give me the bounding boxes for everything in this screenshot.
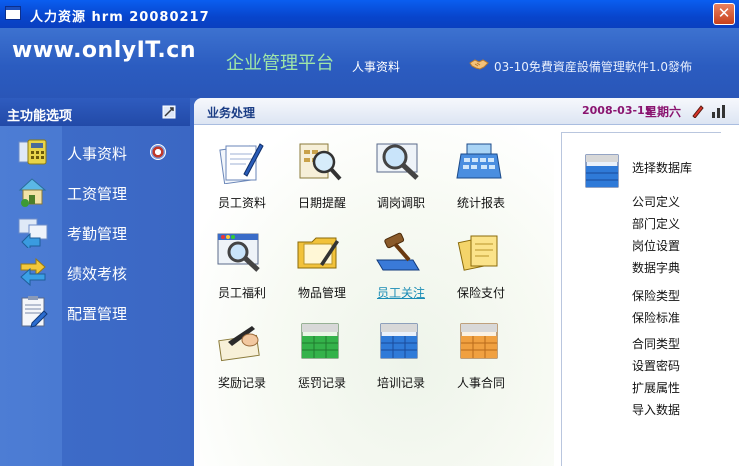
green-form-icon <box>301 323 339 359</box>
blue-form-icon <box>380 323 418 359</box>
position-settings-link[interactable]: 岗位设置 <box>632 237 680 254</box>
document-pen-icon <box>219 143 264 184</box>
tile-label: 人事合同 <box>456 376 505 390</box>
tile-label: 员工关注 <box>376 286 425 300</box>
tile-job-transfer[interactable]: 调岗调职 <box>358 126 428 210</box>
magnifier-window-icon <box>217 233 260 272</box>
tile-reward-record[interactable]: 奖励记录 <box>199 306 269 390</box>
select-database-link[interactable]: 选择数据库 <box>632 159 692 176</box>
handshake-icon <box>469 59 489 70</box>
site-logo: www.onlyIT.cn <box>12 38 196 63</box>
tile-label: 奖励记录 <box>217 376 266 390</box>
insurance-type-link[interactable]: 保险类型 <box>632 287 680 304</box>
set-password-link[interactable]: 设置密码 <box>632 357 680 374</box>
house-icon <box>18 178 47 207</box>
tile-label: 惩罚记录 <box>297 376 346 390</box>
data-dictionary-link[interactable]: 数据字典 <box>632 259 680 276</box>
sidebar-item-label: 配置管理 <box>67 305 128 323</box>
pin-icon[interactable] <box>161 104 177 120</box>
window-icon <box>5 6 21 20</box>
tile-employee-info[interactable]: 员工资料 <box>199 126 269 210</box>
tile-employee-care[interactable]: 员工关注 <box>358 216 428 300</box>
magnifier-document-icon <box>299 143 342 181</box>
settings-panel: 选择数据库 公司定义 部门定义 岗位设置 数据字典 保险类型 保险标准 合同类型… <box>561 132 721 466</box>
tile-label: 员工福利 <box>217 286 266 300</box>
window-title: 人力资源 hrm 20080217 <box>30 10 210 25</box>
department-definition-link[interactable]: 部门定义 <box>632 215 680 232</box>
magnifier-icon <box>376 143 419 180</box>
sidebar-item-label: 人事资料 <box>67 145 128 163</box>
sidebar-header: 主功能选项 <box>0 98 190 126</box>
sidebar-item-personnel[interactable]: 人事资料 <box>0 134 190 170</box>
current-weekday: 星期六 <box>645 105 682 119</box>
collapse-icon[interactable] <box>150 144 166 160</box>
tile-label: 调岗调职 <box>376 196 425 210</box>
tile-insurance-payment[interactable]: 保险支付 <box>438 216 508 300</box>
arrows-icon <box>18 218 48 248</box>
close-button[interactable]: ✕ <box>713 3 735 25</box>
content-panel: 业务处理 2008-03-15 星期六 员工资料 日期提醒 调岗调职 统计报表 … <box>194 98 739 466</box>
tile-personnel-contract[interactable]: 人事合同 <box>438 306 508 390</box>
module-name: 人事资料 <box>352 60 401 74</box>
notes-icon <box>457 235 498 271</box>
tile-label: 培训记录 <box>376 376 425 390</box>
sidebar-item-attendance[interactable]: 考勤管理 <box>0 214 190 250</box>
refresh-arrows-icon <box>20 257 46 287</box>
sidebar-item-label: 考勤管理 <box>67 225 128 243</box>
tile-label: 日期提醒 <box>297 196 346 210</box>
folder-pen-icon <box>297 237 339 269</box>
insurance-standard-link[interactable]: 保险标准 <box>632 309 680 326</box>
header-banner: www.onlyIT.cn 企业管理平台 人事资料 03-10免費資産設備管理軟… <box>0 28 739 98</box>
sidebar: 主功能选项 人事资料 工资管理 考勤管理 绩效考核 配置管理 <box>0 98 190 466</box>
sidebar-title: 主功能选项 <box>7 109 73 124</box>
sidebar-item-config[interactable]: 配置管理 <box>0 294 190 330</box>
company-definition-link[interactable]: 公司定义 <box>632 193 680 210</box>
pencil-icon[interactable] <box>691 104 705 118</box>
business-tiles-area: 员工资料 日期提醒 调岗调职 统计报表 员工福利 物品管理 员工关注 保险支付 … <box>194 126 554 466</box>
clipboard-icon <box>21 296 48 328</box>
import-data-link[interactable]: 导入数据 <box>632 401 680 418</box>
hand-writing-icon <box>218 326 260 362</box>
content-header: 业务处理 2008-03-15 星期六 <box>194 98 739 125</box>
contract-type-link[interactable]: 合同类型 <box>632 335 680 352</box>
tile-label: 物品管理 <box>297 286 346 300</box>
current-date: 2008-03-15 <box>582 104 653 117</box>
sidebar-item-performance[interactable]: 绩效考核 <box>0 254 190 290</box>
sidebar-item-label: 绩效考核 <box>67 265 128 283</box>
sidebar-item-payroll[interactable]: 工资管理 <box>0 174 190 210</box>
tile-label: 统计报表 <box>456 196 505 210</box>
calculator-icon <box>18 139 47 165</box>
platform-title: 企业管理平台 <box>226 53 334 74</box>
title-bar: 人力资源 hrm 20080217 ✕ <box>0 0 739 28</box>
tile-date-reminder[interactable]: 日期提醒 <box>279 126 349 210</box>
chart-icon[interactable] <box>710 103 726 119</box>
database-form-icon <box>585 154 619 188</box>
content-title: 业务处理 <box>207 106 256 120</box>
extended-attributes-link[interactable]: 扩展属性 <box>632 379 680 396</box>
tile-label: 员工资料 <box>217 196 266 210</box>
sidebar-item-label: 工资管理 <box>67 185 128 203</box>
tile-statistics-report[interactable]: 统计报表 <box>438 126 508 210</box>
tile-training-record[interactable]: 培训记录 <box>358 306 428 390</box>
tile-penalty-record[interactable]: 惩罚记录 <box>279 306 349 390</box>
news-notice-link[interactable]: 03-10免費資産設備管理軟件1.0發佈 <box>494 58 692 75</box>
gavel-icon <box>376 232 420 271</box>
tile-employee-welfare[interactable]: 员工福利 <box>199 216 269 300</box>
calculator-icon <box>456 143 502 179</box>
tile-label: 保险支付 <box>456 286 505 300</box>
orange-form-icon <box>460 323 498 359</box>
tile-goods-management[interactable]: 物品管理 <box>279 216 349 300</box>
